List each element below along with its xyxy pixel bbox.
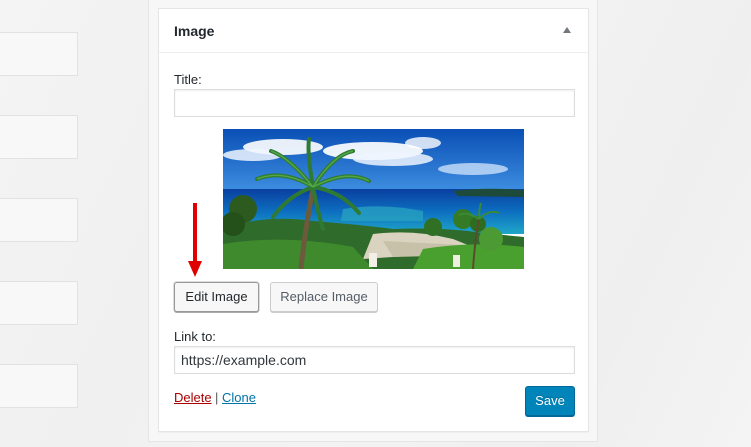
beach-palm-image: [223, 129, 524, 269]
background-item: [0, 281, 78, 325]
background-item: [0, 364, 78, 408]
background-item: [0, 115, 78, 159]
image-widget: Image Title: Edit Image Replace Image Li…: [158, 8, 589, 432]
page-background: Image Title: Edit Image Replace Image Li…: [0, 0, 751, 447]
red-arrow-icon: [188, 203, 202, 277]
save-button[interactable]: Save: [525, 386, 575, 416]
clone-link[interactable]: Clone: [222, 390, 256, 405]
background-item: [0, 198, 78, 242]
image-preview: [223, 129, 524, 269]
widget-header[interactable]: Image: [159, 9, 588, 53]
link-label: Link to:: [174, 329, 216, 344]
title-label: Title:: [174, 72, 202, 87]
delete-link[interactable]: Delete: [174, 390, 212, 405]
replace-image-button[interactable]: Replace Image: [270, 282, 378, 312]
edit-image-button[interactable]: Edit Image: [174, 282, 259, 312]
widget-title: Image: [174, 23, 215, 39]
link-input[interactable]: [174, 346, 575, 374]
background-item: [0, 32, 78, 76]
title-input[interactable]: [174, 89, 575, 117]
action-separator: |: [215, 390, 219, 405]
triangle-up-icon[interactable]: [563, 27, 571, 33]
